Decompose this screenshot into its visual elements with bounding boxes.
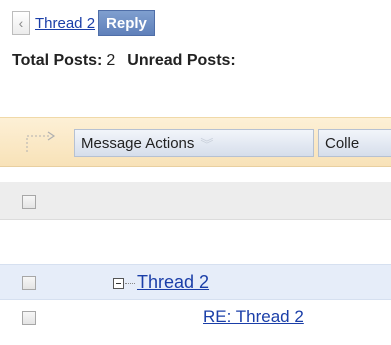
select-arrow-icon — [26, 131, 56, 152]
chevron-double-down-icon: ︾ — [200, 136, 214, 152]
message-actions-label: Message Actions — [81, 134, 195, 152]
table-row: RE: Thread 2 — [0, 300, 391, 336]
post-totals: Total Posts: 2 Unread Posts: — [12, 52, 236, 70]
chevron-left-icon: ‹ — [18, 15, 24, 31]
post-title-link[interactable]: RE: Thread 2 — [203, 307, 304, 327]
collect-label: Colle — [325, 134, 360, 152]
back-button[interactable]: ‹ — [12, 11, 30, 35]
collect-button[interactable]: Colle — [318, 129, 391, 157]
total-posts-label: Total Posts: — [12, 52, 103, 69]
thread-breadcrumb-link[interactable]: Thread 2 — [35, 15, 95, 32]
select-all-checkbox[interactable] — [22, 195, 36, 209]
unread-posts-label: Unread Posts: — [127, 52, 236, 69]
message-actions-button[interactable]: Message Actions ︾ — [74, 129, 314, 157]
tree-connector — [125, 283, 135, 284]
table-header-row — [0, 182, 391, 220]
post-title-link[interactable]: Thread 2 — [137, 272, 209, 293]
row-checkbox[interactable] — [22, 311, 36, 325]
reply-button[interactable]: Reply — [98, 10, 155, 36]
row-checkbox[interactable] — [22, 276, 36, 290]
action-toolbar: Message Actions ︾ Colle — [0, 117, 391, 167]
thread-nav: ‹ Thread 2 Reply — [12, 9, 155, 37]
collapse-icon[interactable] — [113, 278, 124, 289]
table-row: Thread 2 — [0, 264, 391, 300]
total-posts-value: 2 — [106, 52, 116, 69]
